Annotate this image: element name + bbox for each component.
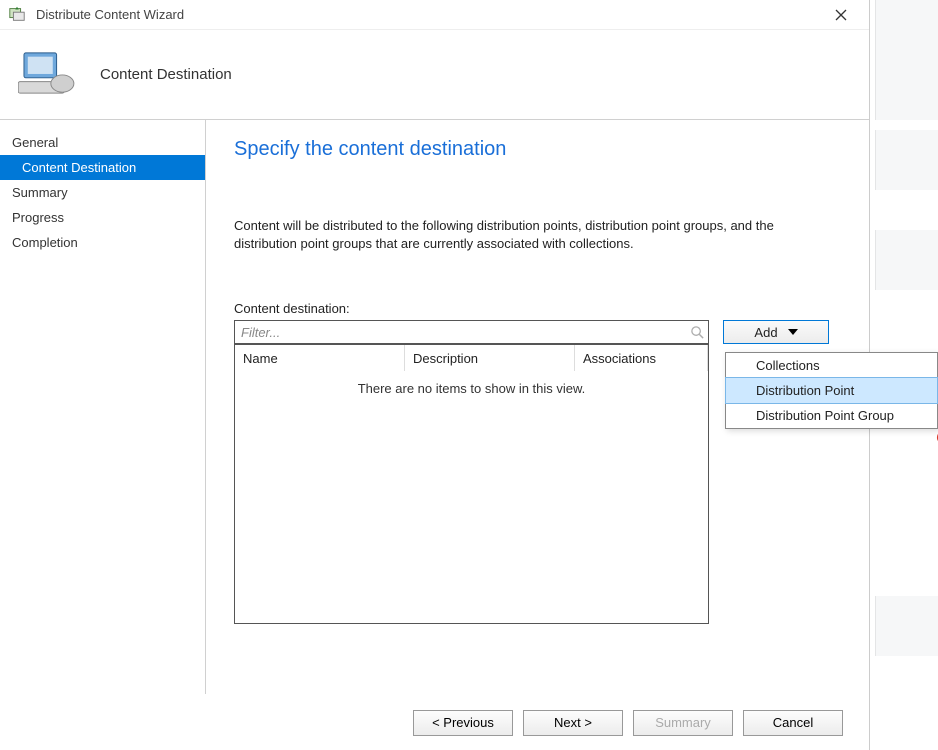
step-content-destination[interactable]: Content Destination xyxy=(0,155,205,180)
cancel-button[interactable]: Cancel xyxy=(743,710,843,736)
next-button[interactable]: Next > xyxy=(523,710,623,736)
banner-title: Content Destination xyxy=(100,66,232,83)
window-title: Distribute Content Wizard xyxy=(36,7,821,22)
wizard-icon xyxy=(8,5,28,25)
computer-icon xyxy=(18,49,76,100)
list-empty-text: There are no items to show in this view. xyxy=(235,371,708,623)
add-button-label: Add xyxy=(754,325,777,340)
column-name[interactable]: Name xyxy=(235,345,405,371)
titlebar: Distribute Content Wizard xyxy=(0,0,869,30)
add-dropdown-menu: Collections Distribution Point Distribut… xyxy=(725,352,938,429)
background-panel xyxy=(875,596,938,656)
background-panel xyxy=(875,230,938,290)
close-button[interactable] xyxy=(821,1,861,29)
column-associations[interactable]: Associations xyxy=(575,345,708,371)
summary-button: Summary xyxy=(633,710,733,736)
add-menu-distribution-point[interactable]: Distribution Point xyxy=(725,377,938,404)
list-header: Name Description Associations xyxy=(235,345,708,371)
filter-row: Add xyxy=(234,320,845,344)
step-completion[interactable]: Completion xyxy=(0,230,205,255)
field-label-content-destination: Content destination: xyxy=(234,301,845,316)
add-button[interactable]: Add xyxy=(723,320,829,344)
column-description[interactable]: Description xyxy=(405,345,575,371)
background-panel xyxy=(875,130,938,190)
previous-button[interactable]: < Previous xyxy=(413,710,513,736)
step-summary[interactable]: Summary xyxy=(0,180,205,205)
wizard-footer: < Previous Next > Summary Cancel xyxy=(0,694,869,750)
page-heading: Specify the content destination xyxy=(234,138,845,161)
banner: Content Destination xyxy=(0,30,869,120)
background-panel xyxy=(875,0,938,120)
destination-list: Name Description Associations There are … xyxy=(234,344,709,624)
close-icon xyxy=(835,9,847,21)
chevron-down-icon xyxy=(788,329,798,335)
search-icon[interactable] xyxy=(686,321,708,343)
wizard-steps: General Content Destination Summary Prog… xyxy=(0,120,205,694)
add-menu-collections[interactable]: Collections xyxy=(726,353,937,378)
step-progress[interactable]: Progress xyxy=(0,205,205,230)
add-menu-distribution-point-group[interactable]: Distribution Point Group xyxy=(726,403,937,428)
step-general[interactable]: General xyxy=(0,130,205,155)
page-instructions: Content will be distributed to the follo… xyxy=(234,217,794,253)
filter-box xyxy=(234,320,709,344)
filter-input[interactable] xyxy=(235,323,686,342)
